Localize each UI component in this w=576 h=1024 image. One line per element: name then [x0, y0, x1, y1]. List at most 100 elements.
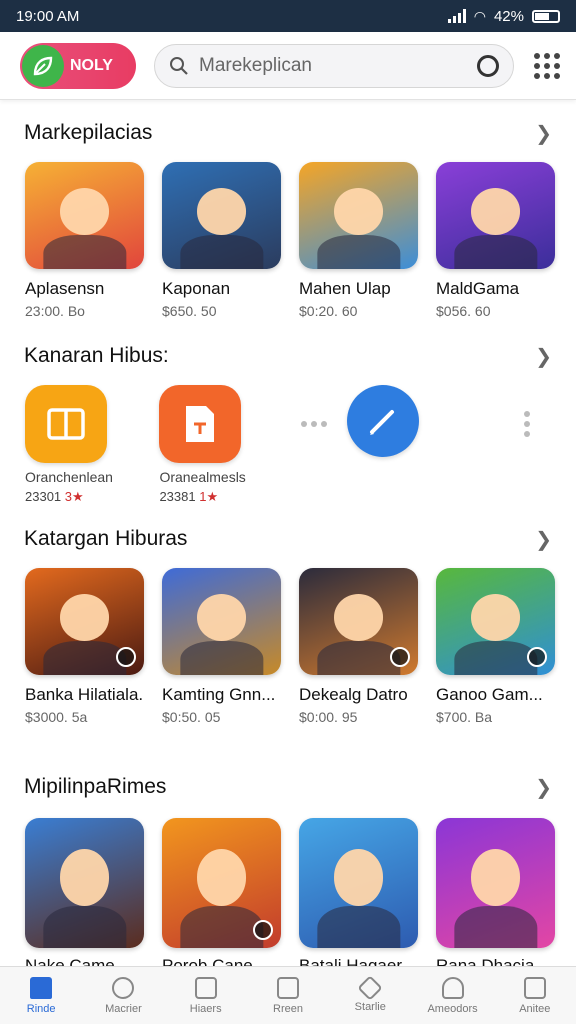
- app-card[interactable]: Dekealg Datro $0:00. 95: [299, 568, 418, 725]
- dots-icon[interactable]: [294, 385, 334, 463]
- app-card[interactable]: Kamting Gnn... $0:50. 05: [162, 568, 281, 725]
- icon-app-card[interactable]: [512, 385, 551, 463]
- edit-icon: [276, 976, 299, 999]
- app-thumbnail[interactable]: [25, 162, 144, 269]
- app-price: 23:00. Bo: [25, 303, 85, 319]
- app-card[interactable]: Rana Dhacia...: [436, 818, 555, 976]
- section-mipilinpa: MipilinpaRimes ❯ Nake Came Porob Cane Ba…: [0, 772, 576, 976]
- wifi-icon: ◠: [473, 7, 486, 24]
- icon-app-card[interactable]: [345, 385, 512, 457]
- battery-percent: 42%: [493, 7, 524, 25]
- section-katargan: Katargan Hiburas ❯ Banka Hilatiala.. $30…: [0, 524, 576, 725]
- app-name: Mahen Ulap: [299, 279, 391, 298]
- nav-item-edit[interactable]: Rreen: [253, 976, 323, 1015]
- section-hiburan: Kanaran Hibus: ❯ Oranchenlean 23301 3★ O…: [0, 341, 576, 505]
- signal-icon: [447, 9, 466, 23]
- app-thumbnail[interactable]: [25, 568, 144, 675]
- chevron-right-icon[interactable]: ❯: [535, 344, 552, 369]
- nav-item-doc[interactable]: Anitee: [500, 976, 570, 1015]
- search-placeholder: Marekeplican: [199, 54, 312, 76]
- app-thumbnail[interactable]: [436, 568, 555, 675]
- icon-app-name: Oranchenlean: [25, 469, 113, 485]
- app-logo[interactable]: NOLY: [20, 42, 136, 89]
- nav-label: Starlie: [354, 1000, 386, 1013]
- status-bar: 19:00 AM ◠ 42%: [0, 0, 576, 32]
- nav-item-calendar[interactable]: Hiaers: [171, 976, 241, 1015]
- icon-row: Oranchenlean 23301 3★ Oranealmesls 23381…: [0, 385, 576, 505]
- app-thumbnail[interactable]: [162, 162, 281, 269]
- download-count: 23381: [159, 489, 196, 504]
- rating: 3★: [64, 489, 84, 504]
- rating: 1★: [199, 489, 219, 504]
- icon-app-meta: 23381 1★: [159, 489, 293, 505]
- chevron-right-icon[interactable]: ❯: [535, 775, 552, 800]
- app-thumbnail[interactable]: [436, 818, 555, 948]
- icon-app-card[interactable]: Oranealmesls 23381 1★: [159, 385, 293, 505]
- app-name: Banka Hilatiala..: [25, 685, 144, 704]
- bottom-nav: Rinde Macrier Hiaers Rreen Starlie Ameod…: [0, 966, 576, 1024]
- status-icons: ◠ 42%: [447, 7, 560, 25]
- app-name: Ganoo Gam...: [436, 685, 543, 704]
- icon-app-meta: 23301 3★: [25, 489, 159, 505]
- app-card[interactable]: MaldGama $056. 60: [436, 162, 555, 319]
- nav-item-home[interactable]: Rinde: [6, 976, 76, 1015]
- section-title: Kanaran Hibus:: [24, 344, 169, 367]
- app-name: Kamting Gnn...: [162, 685, 276, 704]
- nav-label: Hiaers: [189, 1002, 222, 1015]
- document-icon[interactable]: [159, 385, 242, 463]
- apps-grid-icon[interactable]: [532, 51, 562, 81]
- section-header[interactable]: MipilinpaRimes ❯: [0, 772, 576, 802]
- app-card[interactable]: Mahen Ulap $0:20. 60: [299, 162, 418, 319]
- pen-icon[interactable]: [346, 385, 419, 457]
- app-card[interactable]: Batali Hagaer...: [299, 818, 418, 976]
- section-title: Katargan Hiburas: [24, 527, 188, 550]
- section-header[interactable]: Kanaran Hibus: ❯: [0, 341, 576, 371]
- tag-icon: [357, 974, 383, 1001]
- icon-app-card[interactable]: [294, 385, 345, 463]
- lens-icon[interactable]: [477, 54, 499, 77]
- app-thumbnail[interactable]: [299, 818, 418, 948]
- search-icon: [170, 56, 188, 75]
- app-thumbnail[interactable]: [436, 162, 555, 269]
- app-price: $056. 60: [436, 303, 491, 319]
- app-row: Banka Hilatiala.. $3000. 5a Kamting Gnn.…: [0, 568, 576, 725]
- icon-app-card[interactable]: Oranchenlean 23301 3★: [25, 385, 159, 505]
- app-name: Dekealg Datro: [299, 685, 408, 704]
- app-card[interactable]: Aplasensn 23:00. Bo: [25, 162, 144, 319]
- app-thumbnail[interactable]: [299, 568, 418, 675]
- home-icon: [30, 976, 53, 999]
- status-time: 19:00 AM: [16, 7, 80, 25]
- app-card[interactable]: Porob Cane: [162, 818, 281, 976]
- section-header[interactable]: Katargan Hiburas ❯: [0, 524, 576, 554]
- app-thumbnail[interactable]: [25, 818, 144, 948]
- app-card[interactable]: Kaponan $650. 50: [162, 162, 281, 319]
- chevron-right-icon[interactable]: ❯: [535, 121, 552, 146]
- nav-item-tag[interactable]: Starlie: [335, 974, 405, 1013]
- app-thumbnail[interactable]: [299, 162, 418, 269]
- app-price: $0:50. 05: [162, 709, 221, 725]
- app-thumbnail[interactable]: [162, 568, 281, 675]
- search-input[interactable]: Marekeplican: [154, 43, 514, 88]
- calendar-icon: [194, 976, 217, 999]
- section-header[interactable]: Markepilacias ❯: [0, 118, 576, 148]
- logo-text: NOLY: [70, 56, 113, 74]
- app-thumbnail[interactable]: [162, 818, 281, 948]
- chevron-right-icon[interactable]: ❯: [535, 527, 552, 552]
- app-name: MaldGama: [436, 279, 520, 298]
- app-row: Nake Came Porob Cane Batali Hagaer... Ra…: [0, 818, 576, 976]
- nav-item-profile[interactable]: Ameodors: [418, 976, 488, 1015]
- dots-icon[interactable]: [512, 385, 542, 463]
- nav-item-search[interactable]: Macrier: [88, 976, 158, 1015]
- icon-app-name: Oranealmesls: [159, 469, 246, 485]
- app-card[interactable]: Banka Hilatiala.. $3000. 5a: [25, 568, 144, 725]
- nav-label: Rreen: [273, 1002, 303, 1015]
- doc-icon: [523, 976, 546, 999]
- top-bar: NOLY Marekeplican: [0, 32, 576, 100]
- app-price: $650. 50: [162, 303, 217, 319]
- book-icon[interactable]: [25, 385, 107, 463]
- app-name: Kaponan: [162, 279, 231, 298]
- section-marketplace: Markepilacias ❯ Aplasensn 23:00. Bo Kapo…: [0, 118, 576, 319]
- app-card[interactable]: Nake Came: [25, 818, 144, 976]
- app-price: $0:00. 95: [299, 709, 358, 725]
- app-card[interactable]: Ganoo Gam... $700. Ba: [436, 568, 555, 725]
